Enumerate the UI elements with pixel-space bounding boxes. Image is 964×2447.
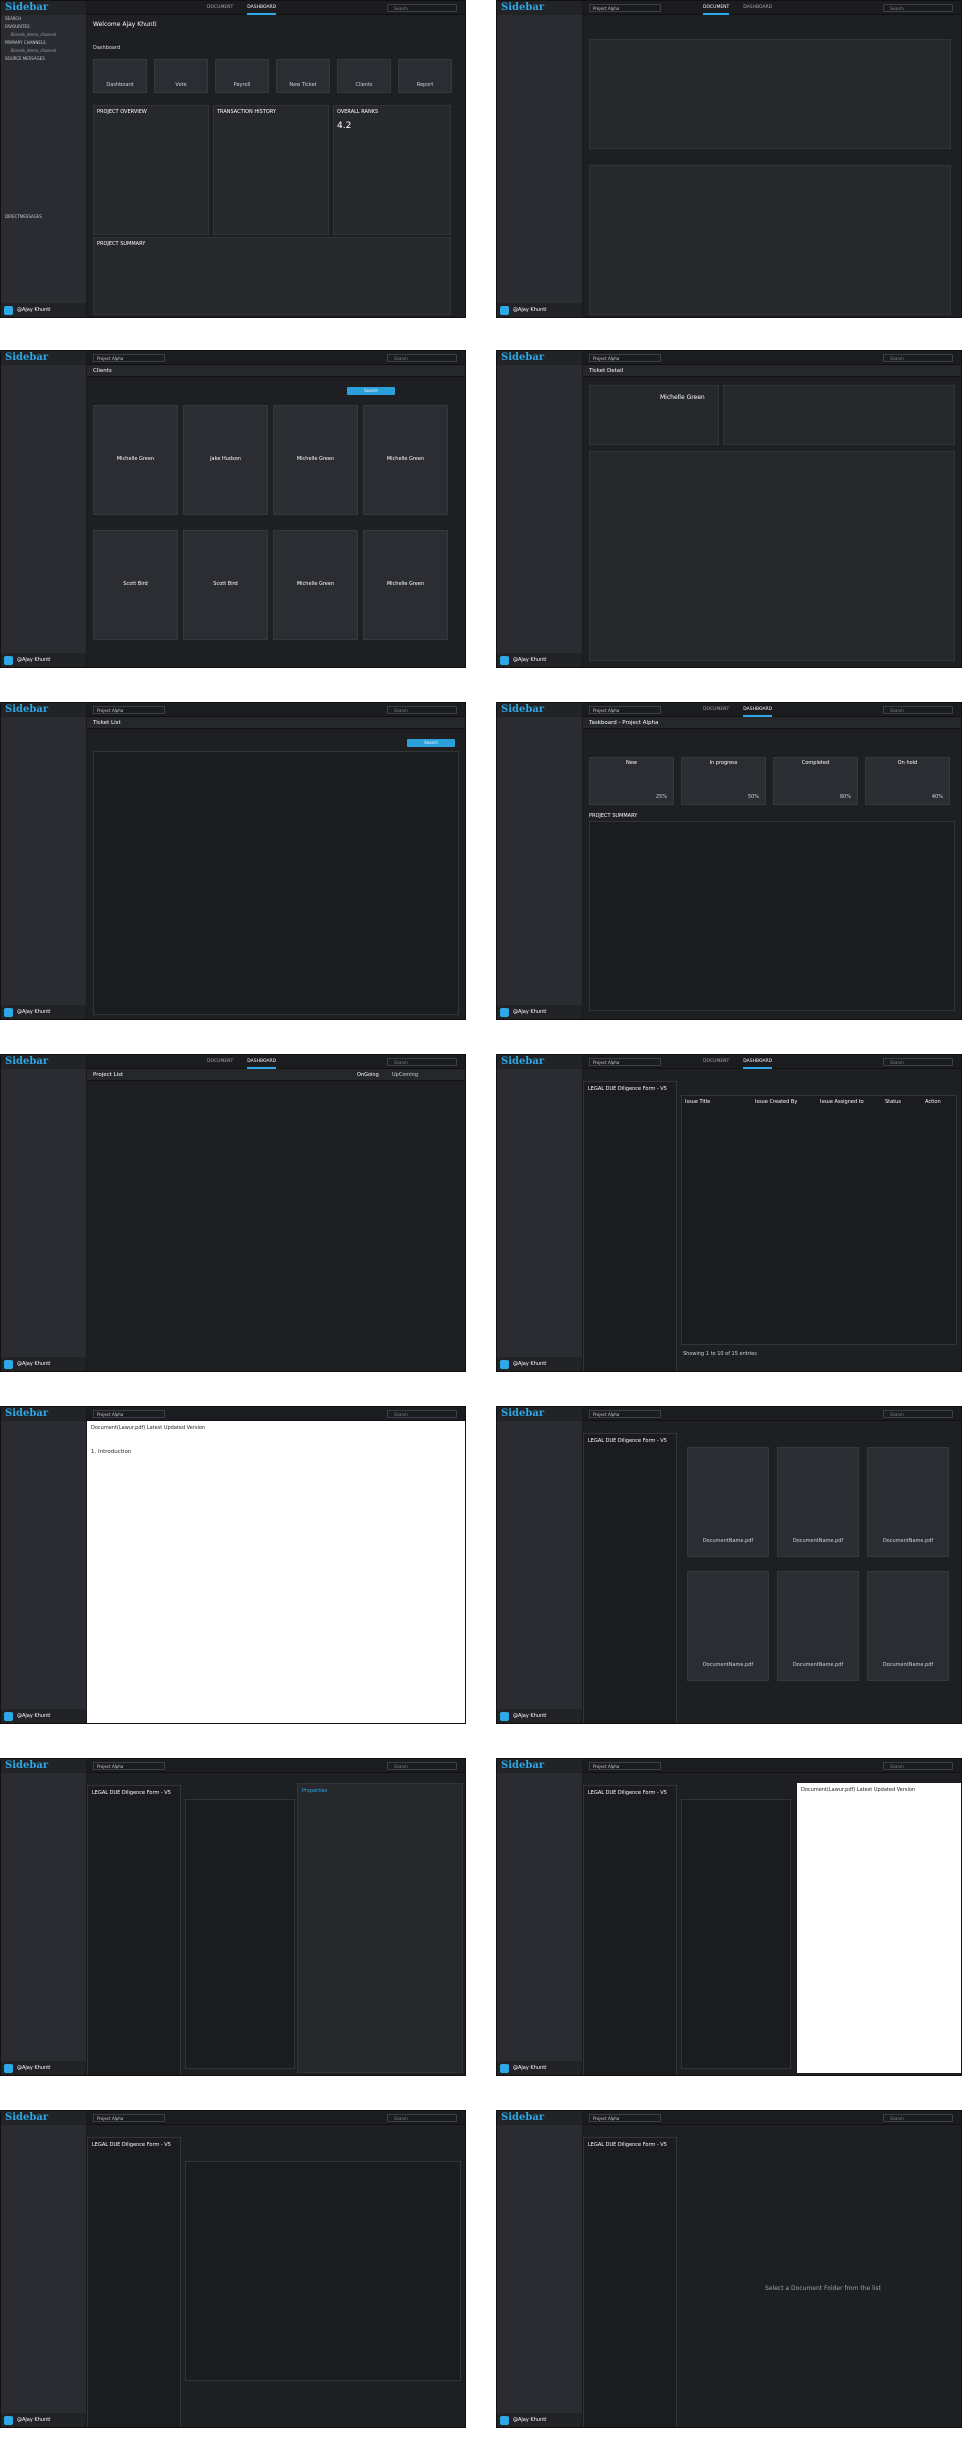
panel-dashboard: Sidebar SEARCH FAVOURITES Brands_demo_ch… xyxy=(0,0,466,318)
project-select[interactable]: Project Alpha xyxy=(589,4,661,12)
tab-dashboard[interactable]: DASHBOARD xyxy=(247,5,277,15)
profile-card: Michelle Green xyxy=(589,385,719,445)
sidebar-item-source[interactable]: SOURCE MESSAGES xyxy=(1,55,86,63)
brand-logo: Sidebar xyxy=(1,1,86,15)
transaction-history: TRANSACTION HISTORY xyxy=(213,105,329,235)
ticket-replies xyxy=(589,451,955,661)
avatar xyxy=(4,306,13,315)
documents-table xyxy=(681,1799,791,2069)
panel-taskboard: Sidebar @Ajay Khunti Project Alpha DOCUMEN… xyxy=(496,702,962,1020)
client-card[interactable]: Michelle Green xyxy=(273,530,358,640)
project-summary-table xyxy=(589,821,955,1011)
panel-clients: Sidebar @Ajay Khunti Project Alpha Search … xyxy=(0,350,466,668)
client-card[interactable]: Michelle Green xyxy=(273,405,358,515)
panel-chat: Sidebar @Ajay Khunti Project Alpha DOCUMEN… xyxy=(496,0,962,318)
page-title: Ticket Detail xyxy=(583,365,961,377)
sidebar-item-dm[interactable]: DIRECTMESSAGES xyxy=(1,213,86,221)
documents-table xyxy=(185,1799,295,2069)
panel-file-grid: Sidebar @Ajay Khunti Project Alpha Search … xyxy=(496,1406,962,1724)
panel-ticket-list: Sidebar @Ajay Khunti Project Alpha Search … xyxy=(0,702,466,1020)
folder-tree[interactable]: LEGAL DUE Diligence Form - V5 xyxy=(87,2137,181,2427)
task-card-hold: On hold 40% xyxy=(865,757,950,805)
client-card[interactable]: Michelle Green xyxy=(363,530,448,640)
folder-tree[interactable]: LEGAL DUE Diligence Form - V5 xyxy=(583,2137,677,2427)
report-tile[interactable]: Report xyxy=(398,59,452,93)
sidebar-item-channel[interactable]: Brands_demo_channel xyxy=(1,47,86,55)
chat-thread xyxy=(589,165,951,315)
folder-tree[interactable]: LEGAL DUE Diligence Form - V5 xyxy=(583,1081,677,1371)
panel-empty: Sidebar @Ajay Khunti Project Alpha Search … xyxy=(496,2110,962,2428)
page-title: Taskboard - Project Alpha xyxy=(583,717,961,729)
panel-issues: Sidebar @Ajay Khunti Project Alpha DOCUMEN… xyxy=(496,1054,962,1372)
page-title: Clients xyxy=(87,365,465,377)
folder-tree[interactable]: LEGAL DUE Diligence Form - V5 xyxy=(87,1785,181,2075)
document-title: Document(Lawur.pdf) Latest Updated Versi… xyxy=(91,1425,206,1431)
tab-upcoming[interactable]: UpComing xyxy=(392,1072,418,1078)
project-overview: PROJECT OVERVIEW xyxy=(93,105,209,235)
file-card[interactable]: DocumentName.pdf xyxy=(687,1571,769,1681)
page-title: Welcome Ajay Khunti xyxy=(93,21,157,28)
client-card[interactable]: Scott Bird xyxy=(183,530,268,640)
panel-project-list: Sidebar @Ajay Khunti DOCUMENT DASHBOARD Sea… xyxy=(0,1054,466,1372)
file-card[interactable]: DocumentName.pdf xyxy=(777,1571,859,1681)
panel-properties: Sidebar @Ajay Khunti Project Alpha Search … xyxy=(0,1758,466,2076)
documents-table xyxy=(185,2161,461,2381)
project-summary: PROJECT SUMMARY xyxy=(93,237,451,315)
client-card[interactable]: Jake Hudson xyxy=(183,405,268,515)
empty-message: Select a Document Folder from the list xyxy=(765,2285,881,2292)
page-title: Ticket List xyxy=(87,717,465,729)
section-title: PROJECT SUMMARY xyxy=(589,813,638,819)
sidebar-item-channel[interactable]: Brands_demo_channel xyxy=(1,31,86,39)
folder-tree[interactable]: LEGAL DUE Diligence Form - V5 xyxy=(583,1433,677,1723)
sidebar: Sidebar SEARCH FAVOURITES Brands_demo_ch… xyxy=(1,1,87,317)
topbar: DOCUMENT DASHBOARD Search xyxy=(87,1,465,15)
ticket-tile[interactable]: New Ticket xyxy=(276,59,330,93)
search-input[interactable]: Search xyxy=(387,4,457,12)
clients-tile[interactable]: Clients xyxy=(337,59,391,93)
editor[interactable] xyxy=(723,385,955,445)
overall-ranks: OVERALL RANKS 4.2 xyxy=(333,105,451,235)
sidebar-item-favourites[interactable]: FAVOURITES xyxy=(1,23,86,31)
client-card[interactable]: Michelle Green xyxy=(363,405,448,515)
sidebar-item-primary[interactable]: PRIMARY CHANNELS xyxy=(1,39,86,47)
issues-table: Issue Title Issue Created By Issue Assigne… xyxy=(681,1095,957,1345)
table-footer: Showing 1 to 10 of 15 entries xyxy=(683,1351,757,1357)
task-card-progress: In progress 50% xyxy=(681,757,766,805)
panel-document-split: Sidebar @Ajay Khunti Project Alpha Search … xyxy=(496,1758,962,2076)
task-card-completed: Completed 80% xyxy=(773,757,858,805)
properties-panel: Properties xyxy=(297,1783,463,2073)
dashboard-tile[interactable]: Dashboard xyxy=(93,59,147,93)
folder-tree[interactable]: LEGAL DUE Diligence Form - V5 xyxy=(583,1785,677,2075)
client-card[interactable]: Scott Bird xyxy=(93,530,178,640)
panel-document: Sidebar @Ajay Khunti Project Alpha Search … xyxy=(0,1406,466,1724)
tab-ongoing[interactable]: OnGoing xyxy=(357,1072,379,1078)
panel-documents: Sidebar @Ajay Khunti Project Alpha Search … xyxy=(0,2110,466,2428)
chat-thread xyxy=(589,39,951,149)
search-button[interactable]: Search xyxy=(407,739,455,747)
sidebar-item-search[interactable]: SEARCH xyxy=(1,15,86,23)
payroll-tile[interactable]: Payroll xyxy=(215,59,269,93)
panel-ticket-detail: Sidebar @Ajay Khunti Project Alpha Search … xyxy=(496,350,962,668)
file-card[interactable]: DocumentName.pdf xyxy=(777,1447,859,1557)
section-title: Dashboard xyxy=(93,45,121,51)
tab-document[interactable]: DOCUMENT xyxy=(207,5,233,10)
client-card[interactable]: Michelle Green xyxy=(93,405,178,515)
file-card[interactable]: DocumentName.pdf xyxy=(867,1447,949,1557)
document-heading: 1. Introduction xyxy=(91,1449,132,1455)
file-card[interactable]: DocumentName.pdf xyxy=(867,1571,949,1681)
search-button[interactable]: Search xyxy=(347,387,395,395)
document-preview: Document(Lawur.pdf) Latest Updated Versi… xyxy=(797,1783,961,2073)
ticket-table xyxy=(93,751,459,1015)
file-card[interactable]: DocumentName.pdf xyxy=(687,1447,769,1557)
user-profile[interactable]: @Ajay Khunti xyxy=(1,303,86,317)
project-grid xyxy=(93,1089,459,1359)
task-card-new: New 25% xyxy=(589,757,674,805)
vote-tile[interactable]: Vote xyxy=(154,59,208,93)
